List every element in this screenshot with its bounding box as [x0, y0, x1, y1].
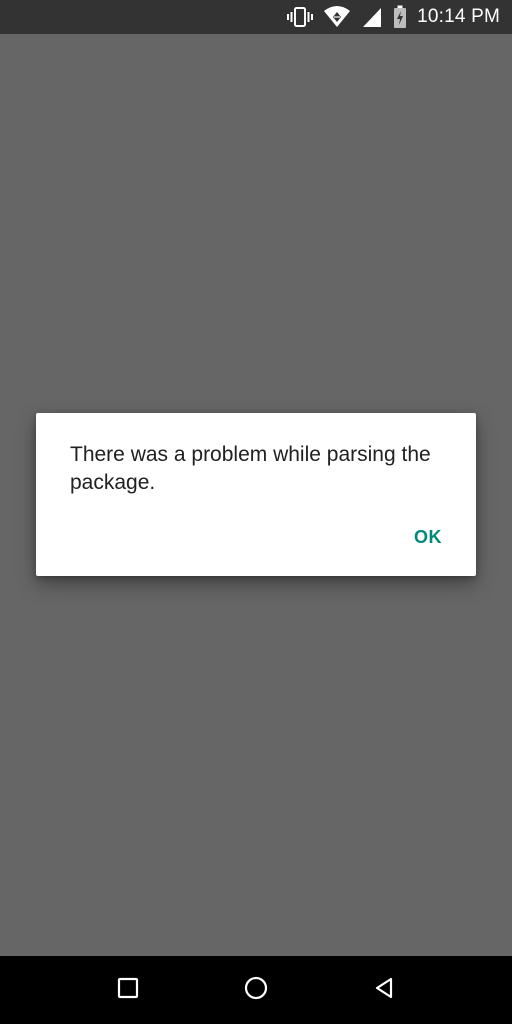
- home-circle-icon: [243, 975, 269, 1006]
- screen: 10:14 PM There was a problem while parsi…: [0, 0, 512, 1024]
- status-icons: 10:14 PM: [287, 0, 500, 34]
- battery-charging-icon: [393, 5, 407, 29]
- ok-button[interactable]: OK: [406, 523, 450, 552]
- recents-button[interactable]: [112, 974, 144, 1006]
- status-bar: 10:14 PM: [0, 0, 512, 34]
- navigation-bar: [0, 956, 512, 1024]
- signal-icon: [361, 5, 383, 29]
- status-time: 10:14 PM: [417, 6, 500, 27]
- wifi-icon: [323, 5, 351, 29]
- back-triangle-icon: [372, 976, 396, 1005]
- vibrate-icon: [287, 5, 314, 29]
- recents-square-icon: [117, 977, 139, 1004]
- back-button[interactable]: [368, 974, 400, 1006]
- home-button[interactable]: [240, 974, 272, 1006]
- dialog-message: There was a problem while parsing the pa…: [70, 443, 431, 494]
- error-dialog: There was a problem while parsing the pa…: [36, 413, 476, 576]
